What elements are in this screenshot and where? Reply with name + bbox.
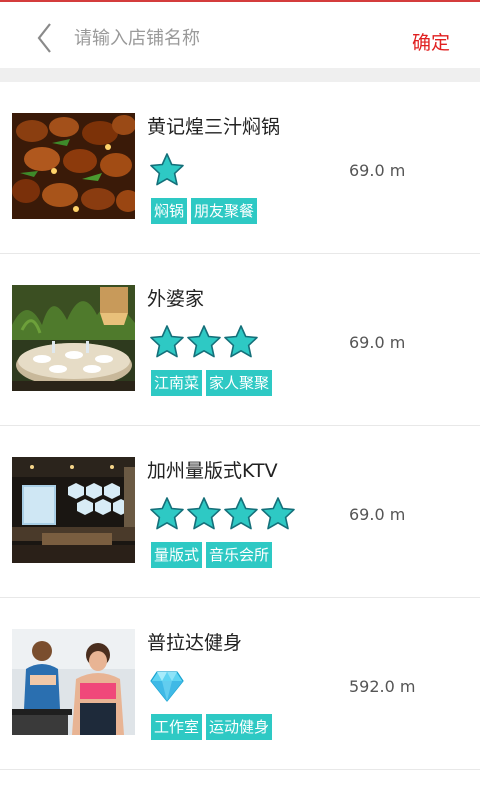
- diamond-icon: [150, 671, 184, 702]
- store-distance: 69.0 m: [349, 505, 406, 524]
- store-list-item[interactable]: 黄记煌三汁焖锅 69.0 m 焖锅 朋友聚餐: [0, 82, 480, 254]
- store-tag: 江南菜: [151, 370, 203, 396]
- store-tag: 音乐会所: [206, 542, 273, 568]
- store-distance: 69.0 m: [349, 333, 406, 352]
- store-list-item[interactable]: 普拉达健身 592.0 m 工作室 运动健身: [0, 598, 480, 770]
- header-bar: 确定: [0, 2, 480, 68]
- star-icon: [150, 325, 184, 358]
- chevron-left-icon: [37, 23, 51, 53]
- store-photo: [12, 113, 135, 219]
- store-name: 黄记煌三汁焖锅: [147, 116, 281, 138]
- star-icon: [261, 497, 295, 530]
- store-list-item[interactable]: 外婆家 69.0 m 江南菜 家人聚聚: [0, 254, 480, 426]
- store-rating: [150, 496, 295, 532]
- store-rating: [150, 668, 184, 704]
- store-photo: [12, 285, 135, 391]
- store-photo: [12, 457, 135, 563]
- store-name: 加州量版式KTV: [147, 460, 278, 482]
- star-icon: [224, 497, 258, 530]
- store-name: 普拉达健身: [147, 632, 243, 654]
- confirm-button[interactable]: 确定: [412, 28, 450, 55]
- store-list-item[interactable]: 加州量版式KTV 69.0 m 量版式 音乐会所: [0, 426, 480, 598]
- store-tags: 量版式 音乐会所: [151, 542, 273, 568]
- store-tag: 朋友聚餐: [191, 198, 258, 224]
- store-tags: 江南菜 家人聚聚: [151, 370, 273, 396]
- store-tag: 量版式: [151, 542, 203, 568]
- store-tag: 工作室: [151, 714, 203, 740]
- star-icon: [187, 497, 221, 530]
- star-icon: [224, 325, 258, 358]
- store-rating: [150, 324, 258, 360]
- store-tag: 焖锅: [151, 198, 188, 224]
- header-divider: [0, 68, 480, 82]
- store-tag: 家人聚聚: [206, 370, 273, 396]
- store-rating: [150, 152, 184, 188]
- store-photo: [12, 629, 135, 735]
- store-distance: 592.0 m: [349, 677, 416, 696]
- store-distance: 69.0 m: [349, 161, 406, 180]
- store-tag: 运动健身: [206, 714, 273, 740]
- back-button[interactable]: [26, 18, 66, 58]
- star-icon: [150, 497, 184, 530]
- store-tags: 工作室 运动健身: [151, 714, 273, 740]
- search-input[interactable]: [74, 22, 374, 54]
- star-icon: [150, 153, 184, 186]
- store-name: 外婆家: [147, 288, 205, 310]
- store-list: 黄记煌三汁焖锅 69.0 m 焖锅 朋友聚餐 外婆家 69.0 m 江南菜 家人…: [0, 82, 480, 770]
- star-icon: [187, 325, 221, 358]
- store-tags: 焖锅 朋友聚餐: [151, 198, 258, 224]
